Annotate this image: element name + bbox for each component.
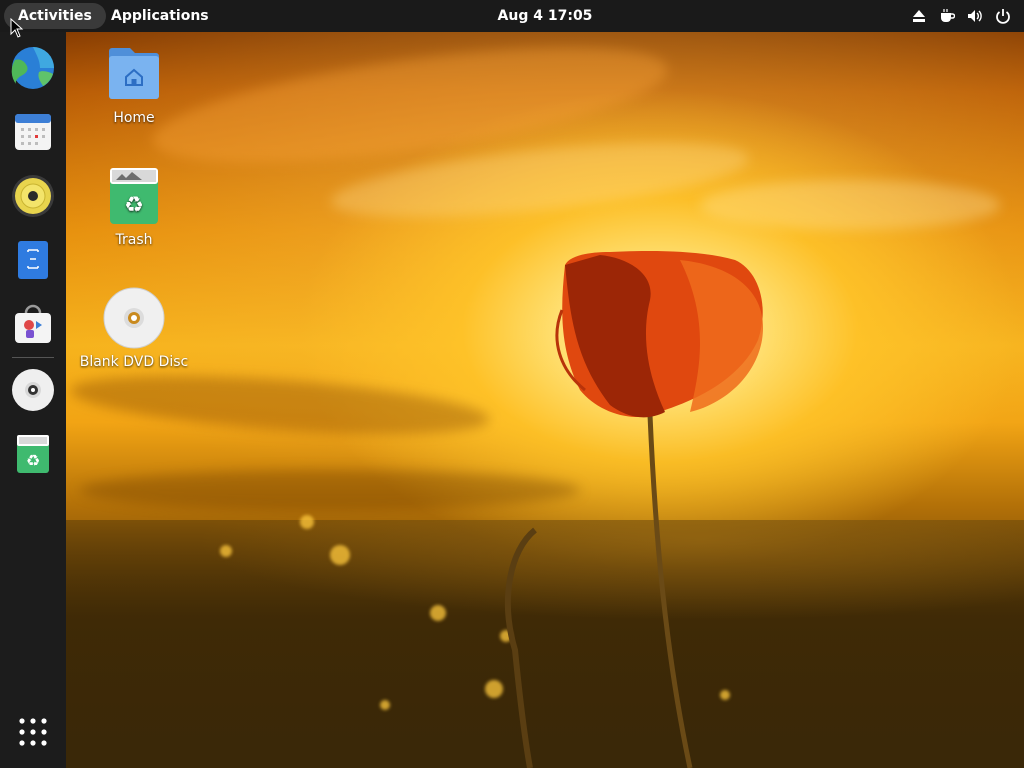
dvd-disc-icon <box>12 369 54 411</box>
desktop-icon-label: Home <box>113 110 155 126</box>
desktop-icon-trash[interactable]: ♻ Trash <box>79 164 189 248</box>
dock-item-web-browser[interactable] <box>9 44 57 92</box>
mouse-cursor-icon <box>10 18 24 38</box>
music-player-icon <box>12 175 54 217</box>
coffee-cup-icon[interactable] <box>938 7 956 25</box>
clock[interactable]: Aug 4 17:05 <box>0 3 1024 29</box>
system-tray[interactable] <box>910 6 1012 26</box>
desktop-icon-blank-dvd[interactable]: Blank DVD Disc <box>79 286 189 370</box>
power-icon[interactable] <box>994 7 1012 25</box>
bokeh <box>380 700 390 710</box>
dock-item-dvd-disc[interactable] <box>9 366 57 414</box>
dock-item-software-store[interactable] <box>9 300 57 348</box>
bokeh <box>220 545 232 557</box>
cloud <box>68 365 492 445</box>
dock-item-music-player[interactable] <box>9 172 57 220</box>
calendar-icon <box>15 114 51 150</box>
eject-icon[interactable] <box>910 7 928 25</box>
bokeh <box>330 545 350 565</box>
dock-item-show-apps[interactable] <box>9 708 57 756</box>
dock-item-text-editor[interactable] <box>9 236 57 284</box>
text-editor-icon <box>18 241 48 279</box>
poppy-flower <box>504 250 764 768</box>
desktop-icon-home[interactable]: Home <box>79 42 189 126</box>
bokeh <box>300 515 314 529</box>
software-store-icon <box>15 304 51 343</box>
svg-text:♻: ♻ <box>124 193 144 218</box>
dock-item-trash[interactable]: ♻ <box>9 430 57 478</box>
dock-item-calendar[interactable] <box>9 108 57 156</box>
trash-icon: ♻ <box>102 164 166 228</box>
bokeh <box>430 605 446 621</box>
top-bar: Activities Applications Aug 4 17:05 <box>0 0 1024 32</box>
volume-icon[interactable] <box>966 7 984 25</box>
desktop-icon-label: Trash <box>115 232 153 248</box>
cloud <box>700 180 1000 230</box>
trash-icon: ♻ <box>17 435 49 473</box>
svg-text:♻: ♻ <box>26 451 40 470</box>
dvd-disc-icon <box>102 286 166 350</box>
dock: ♻ <box>0 32 66 768</box>
desktop-icon-label: Blank DVD Disc <box>79 354 189 370</box>
folder-home-icon <box>102 42 166 106</box>
dock-separator <box>12 357 54 358</box>
web-browser-icon <box>11 47 54 89</box>
desktop-background[interactable]: Home ♻ Trash Blank DVD Disc <box>0 0 1024 768</box>
app-grid-icon <box>19 718 47 746</box>
